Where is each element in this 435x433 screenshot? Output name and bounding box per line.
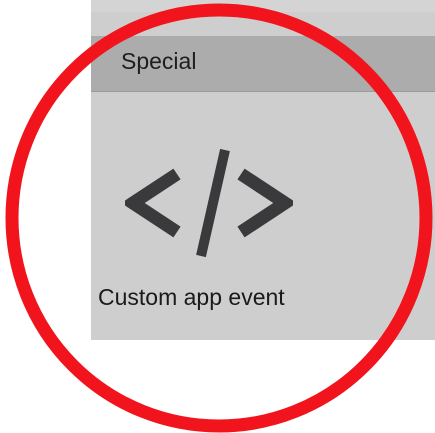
tile-label: Custom app event (98, 284, 285, 310)
screenshot-stage: Special Custom app event (0, 0, 435, 433)
trigger-panel: Special Custom app event (91, 12, 435, 340)
section-title: Special (121, 48, 197, 74)
code-icon (125, 148, 293, 258)
section-header: Special (91, 36, 435, 92)
custom-app-event-tile[interactable]: Custom app event (91, 92, 341, 332)
